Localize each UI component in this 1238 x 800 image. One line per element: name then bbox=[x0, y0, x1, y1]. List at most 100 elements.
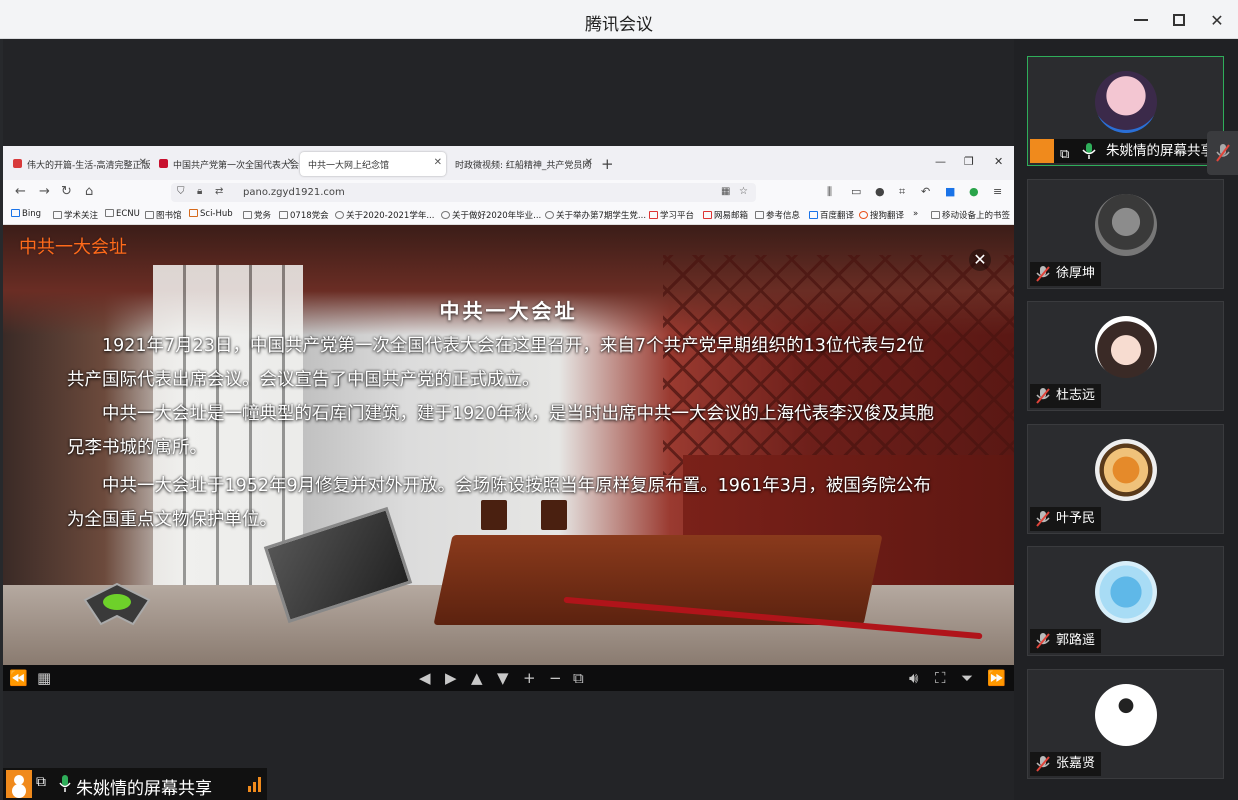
reload-icon[interactable]: ↻ bbox=[61, 184, 72, 199]
screen-share-indicator[interactable]: ⧉ 朱姚情的屏幕共享 bbox=[3, 768, 267, 800]
avatar bbox=[1095, 316, 1157, 378]
participant-tile[interactable]: 杜志远 bbox=[1027, 301, 1224, 411]
bookmark-item[interactable]: 学术关注 bbox=[53, 209, 98, 221]
globe-icon bbox=[545, 211, 554, 219]
overlay-heading: 中共一大会址 bbox=[439, 299, 578, 323]
library-icon[interactable]: ⫼ bbox=[827, 185, 832, 199]
floating-mic-button[interactable] bbox=[1207, 131, 1238, 175]
minimize-icon bbox=[1134, 19, 1148, 21]
participant-name: 杜志远 bbox=[1056, 388, 1096, 403]
tab-favicon-icon bbox=[13, 159, 22, 168]
participant-tile[interactable]: 叶予民 bbox=[1027, 424, 1224, 534]
bookmark-item[interactable]: 百度翻译 bbox=[809, 209, 854, 221]
bookmark-item[interactable]: 图书馆 bbox=[145, 209, 182, 221]
screenshot-icon[interactable]: ⌗ bbox=[899, 185, 905, 199]
bookmark-item[interactable]: 搜狗翻译 bbox=[859, 209, 904, 221]
bookmark-item[interactable]: 学习平台 bbox=[649, 209, 694, 221]
bookmark-item[interactable]: 关于做好2020年毕业... bbox=[441, 209, 541, 221]
undo-icon[interactable]: ↶ bbox=[921, 185, 930, 198]
arrow-left-icon[interactable]: ◀ bbox=[419, 669, 431, 687]
menu-icon[interactable]: ≡ bbox=[993, 185, 1002, 198]
browser-restore-button[interactable]: ❐ bbox=[964, 155, 974, 168]
globe-icon bbox=[441, 211, 450, 219]
browser-close-button[interactable]: ✕ bbox=[994, 155, 1003, 168]
new-tab-button[interactable]: + bbox=[601, 155, 614, 173]
participant-tile[interactable]: 郭路遥 bbox=[1027, 546, 1224, 656]
participant-label: 徐厚坤 bbox=[1030, 262, 1102, 286]
extension-icon[interactable]: ■ bbox=[945, 185, 955, 198]
bookmark-item[interactable]: 党务 bbox=[243, 209, 271, 221]
account-icon[interactable]: ● bbox=[875, 185, 885, 198]
screen-share-icon: ⧉ bbox=[36, 774, 46, 790]
forward-arrow-icon[interactable]: → bbox=[39, 184, 50, 199]
hotspot-marker-icon[interactable] bbox=[81, 580, 153, 628]
browser-minimize-button[interactable]: — bbox=[935, 155, 946, 168]
address-bar[interactable]: ⛉ 🔒︎ ⇄ pano.zgyd1921.com ▦ ☆ bbox=[171, 183, 756, 202]
bookmark-item[interactable]: 关于2020-2021学年... bbox=[335, 209, 434, 221]
meeting-window: 腾讯会议 ✕ 伟大的开篇-生活-高清完整正版 ✕ 中国共产党第一次全国代表大会 … bbox=[0, 0, 1238, 800]
qr-code-icon[interactable]: ▦ bbox=[721, 186, 730, 197]
collapse-icon[interactable]: ⏷ bbox=[961, 669, 973, 687]
bookmark-item[interactable]: Sci-Hub bbox=[189, 209, 233, 219]
arrow-down-icon[interactable]: ▼ bbox=[497, 669, 509, 687]
zoom-out-icon[interactable]: − bbox=[549, 669, 562, 687]
bookmark-item[interactable]: Bing bbox=[11, 209, 41, 219]
avatar-placeholder-icon bbox=[1030, 139, 1054, 163]
avatar bbox=[1095, 194, 1157, 256]
participant-label: ⧉ 朱姚情的屏幕共享 bbox=[1030, 139, 1220, 163]
sound-icon[interactable]: 🔊︎ bbox=[909, 669, 918, 687]
participant-tile[interactable]: 张嘉贤 bbox=[1027, 669, 1224, 779]
tab-close-icon[interactable]: ✕ bbox=[585, 157, 593, 168]
browser-tab[interactable]: 伟大的开篇-生活-高清完整正版 ✕ bbox=[7, 152, 151, 176]
mic-muted-icon bbox=[1216, 144, 1230, 162]
browser-tab[interactable]: 中国共产党第一次全国代表大会 ✕ bbox=[153, 152, 299, 176]
lock-icon[interactable]: 🔒︎ bbox=[197, 186, 202, 197]
close-button[interactable]: ✕ bbox=[1204, 8, 1230, 32]
participant-tile[interactable]: ⧉ 朱姚情的屏幕共享 bbox=[1027, 56, 1224, 166]
arrow-up-icon[interactable]: ▲ bbox=[471, 669, 483, 687]
bookmark-item[interactable]: 移动设备上的书签 bbox=[931, 209, 1010, 221]
participant-name: 郭路遥 bbox=[1056, 633, 1096, 648]
back-arrow-icon[interactable]: ← bbox=[15, 184, 26, 199]
browser-tab[interactable]: 时政微视频: 红船精神_共产党员网 ✕ bbox=[449, 152, 597, 176]
sogou-icon bbox=[859, 211, 868, 219]
minimize-button[interactable] bbox=[1128, 8, 1154, 32]
maximize-button[interactable] bbox=[1166, 8, 1192, 32]
bookmark-item[interactable]: ECNU bbox=[105, 209, 140, 219]
folder-icon bbox=[755, 211, 764, 219]
bing-icon bbox=[11, 209, 20, 217]
extension-icon[interactable]: ● bbox=[969, 185, 979, 198]
bookmark-star-icon[interactable]: ☆ bbox=[739, 186, 748, 197]
zoom-in-icon[interactable]: + bbox=[523, 669, 536, 687]
panorama-view[interactable]: 中共一大会址 ✕ 中共一大会址 1921年7月23日，中国共产党第一次全国代表大… bbox=[3, 225, 1014, 665]
bookmark-item[interactable]: 参考信息 bbox=[755, 209, 800, 221]
rewind-icon[interactable]: ⏪ bbox=[9, 669, 28, 687]
grid-icon[interactable]: ▦ bbox=[37, 669, 51, 687]
overlay-close-icon[interactable]: ✕ bbox=[969, 249, 991, 271]
tab-close-icon[interactable]: ✕ bbox=[434, 157, 442, 168]
permissions-icon[interactable]: ⇄ bbox=[215, 186, 223, 197]
browser-tab-bar: 伟大的开篇-生活-高清完整正版 ✕ 中国共产党第一次全国代表大会 ✕ 中共一大网… bbox=[3, 146, 1014, 180]
participant-tile[interactable]: 徐厚坤 bbox=[1027, 179, 1224, 289]
bookmark-item[interactable]: 关于举办第7期学生党... bbox=[545, 209, 646, 221]
more-bookmarks-icon[interactable]: » bbox=[913, 209, 918, 219]
home-icon[interactable]: ⌂ bbox=[85, 184, 93, 199]
bookmarks-bar: Bing 学术关注 ECNU 图书馆 Sci-Hub 党务 0718党会 关于2… bbox=[3, 205, 1014, 225]
fullscreen-icon[interactable]: ⛶ bbox=[935, 669, 946, 687]
vr-glasses-icon[interactable]: ⧉ bbox=[573, 669, 584, 687]
sidebar-icon[interactable]: ▭ bbox=[851, 185, 861, 198]
mic-on-icon[interactable] bbox=[59, 775, 71, 793]
url-text: pano.zgyd1921.com bbox=[243, 187, 345, 198]
tab-title: 时政微视频: 红船精神_共产党员网 bbox=[455, 161, 592, 171]
tab-close-icon[interactable]: ✕ bbox=[139, 157, 147, 168]
participant-label: 张嘉贤 bbox=[1030, 752, 1102, 776]
library-site-icon bbox=[145, 211, 154, 219]
site-brand[interactable]: 中共一大会址 bbox=[19, 233, 127, 259]
arrow-right-icon[interactable]: ▶ bbox=[445, 669, 457, 687]
bookmark-item[interactable]: 0718党会 bbox=[279, 209, 329, 221]
shield-icon[interactable]: ⛉ bbox=[177, 186, 185, 197]
browser-tab-active[interactable]: 中共一大网上纪念馆 ✕ bbox=[300, 152, 446, 176]
tab-close-icon[interactable]: ✕ bbox=[287, 157, 295, 168]
fast-forward-icon[interactable]: ⏩ bbox=[987, 669, 1006, 687]
bookmark-item[interactable]: 网易邮箱 bbox=[703, 209, 748, 221]
